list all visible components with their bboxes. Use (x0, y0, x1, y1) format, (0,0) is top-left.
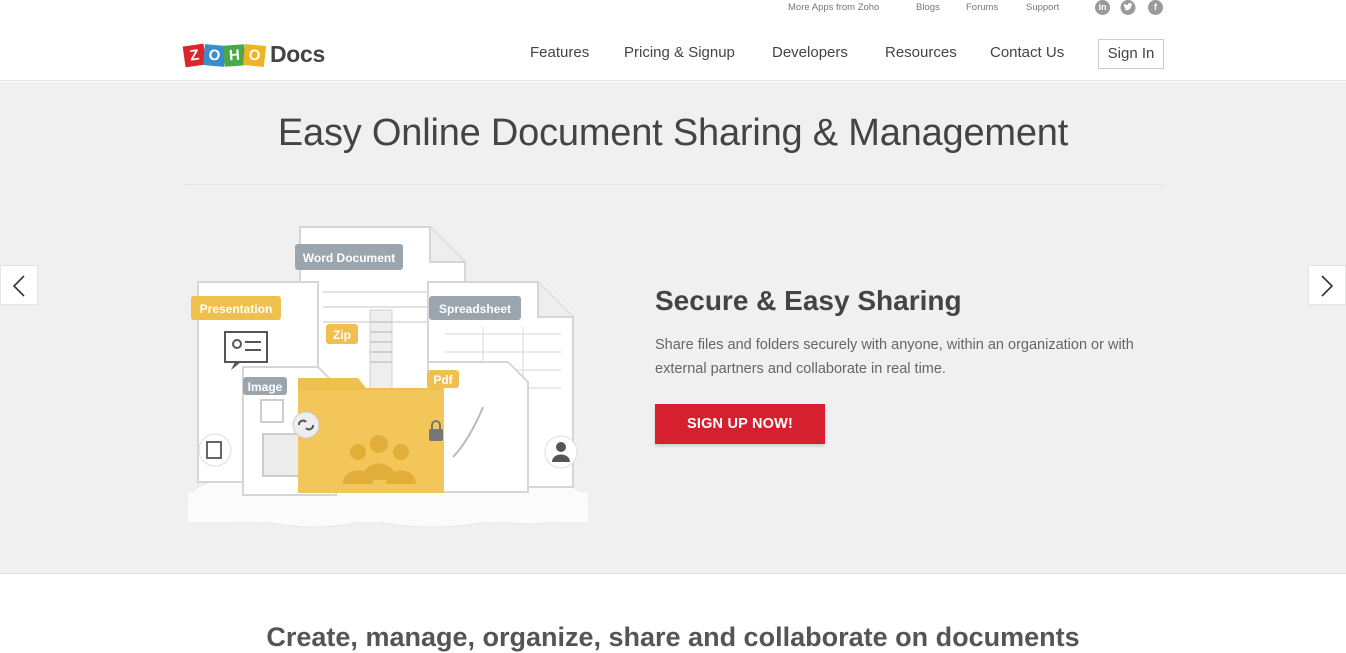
tag-word-document: Word Document (303, 251, 395, 265)
feature-title: Secure & Easy Sharing (655, 285, 962, 316)
chevron-right-icon (1321, 275, 1334, 297)
carousel-prev-button[interactable] (0, 265, 38, 305)
hero-title: Easy Online Document Sharing & Managemen… (277, 112, 1069, 154)
forums-link[interactable]: Forums (966, 2, 998, 13)
chevron-left-icon (12, 275, 25, 297)
tag-zip: Zip (333, 328, 351, 342)
twitter-icon[interactable] (1120, 0, 1136, 15)
feature-description: Share files and folders securely with an… (655, 337, 1134, 377)
tag-image: Image (248, 380, 283, 394)
nav-resources[interactable]: Resources (885, 44, 957, 61)
tag-pdf: Pdf (433, 373, 453, 387)
utility-bar: More Apps from Zoho Blogs Forums Support… (0, 0, 1346, 18)
sign-up-now-button[interactable]: SIGN UP NOW! (655, 404, 825, 444)
more-apps-link[interactable]: More Apps from Zoho (788, 2, 879, 13)
support-link[interactable]: Support (1026, 2, 1059, 13)
linkedin-icon[interactable]: in (1095, 0, 1110, 15)
facebook-icon[interactable]: f (1148, 0, 1163, 15)
logo-letter: O (242, 43, 267, 68)
nav-contact-us[interactable]: Contact Us (990, 44, 1064, 61)
carousel-next-button[interactable] (1308, 265, 1346, 305)
site-header: Z O H O Docs Features Pricing & Signup D… (0, 18, 1346, 81)
section-title: Create, manage, organize, share and coll… (266, 622, 1080, 652)
zoho-docs-logo[interactable]: Z O H O Docs (182, 36, 326, 68)
blogs-link[interactable]: Blogs (916, 2, 940, 13)
sign-in-button[interactable]: Sign In (1098, 39, 1164, 69)
hero-divider (184, 184, 1164, 185)
tag-presentation: Presentation (200, 302, 273, 316)
nav-developers[interactable]: Developers (772, 44, 848, 61)
nav-pricing-signup[interactable]: Pricing & Signup (624, 44, 735, 61)
hero-carousel: Easy Online Document Sharing & Managemen… (0, 82, 1346, 574)
document-sharing-illustration: Word Document Presentation Spreadsheet Z… (187, 226, 589, 527)
logo-product-name: Docs (270, 41, 326, 67)
nav-features[interactable]: Features (530, 44, 589, 61)
tag-spreadsheet: Spreadsheet (439, 302, 511, 316)
